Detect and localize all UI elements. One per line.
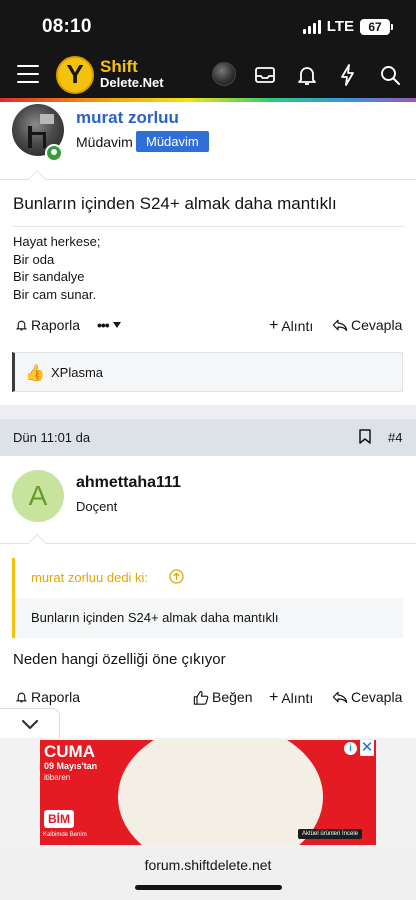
collapse-ad-button[interactable] bbox=[0, 708, 60, 738]
quote-content: Bunların içinden S24+ almak daha mantıkl… bbox=[15, 598, 403, 638]
status-bar: 08:10 LTE 67 bbox=[0, 0, 416, 52]
more-options-button[interactable]: ••• bbox=[97, 317, 122, 333]
bookmark-icon[interactable] bbox=[359, 429, 371, 444]
quote-button[interactable]: + Alıntı bbox=[269, 317, 313, 335]
quote-label: Alıntı bbox=[281, 318, 314, 334]
logo-net-part: .Net bbox=[139, 75, 164, 90]
menu-icon[interactable] bbox=[17, 65, 39, 83]
post-number[interactable]: #4 bbox=[388, 430, 402, 445]
like-label: Beğen bbox=[212, 689, 253, 705]
message-line: Bir cam sunar. bbox=[13, 286, 97, 302]
logo-net-text: Delete.Net bbox=[100, 76, 164, 90]
logo-delete-part: Delete bbox=[100, 75, 140, 90]
logo-shift-text: Shift bbox=[100, 57, 138, 76]
report-label: Raporla bbox=[31, 317, 81, 333]
reply-arrow-icon bbox=[332, 319, 348, 331]
quote-button[interactable]: + Alıntı bbox=[269, 689, 313, 707]
message-line: Hayat herkese; bbox=[13, 234, 101, 249]
search-icon[interactable] bbox=[378, 63, 402, 87]
reply-button[interactable]: Cevapla bbox=[332, 689, 402, 705]
ad-brand-logo: BİM bbox=[44, 810, 74, 828]
reaction-user[interactable]: XPlasma bbox=[51, 365, 103, 380]
arrow-up-circle-icon[interactable] bbox=[169, 569, 184, 584]
user-title: Müdavim bbox=[76, 134, 133, 150]
quote-text: Bunların içinden S24+ almak daha mantıkl… bbox=[31, 610, 279, 625]
bell-icon bbox=[15, 320, 28, 331]
ad-since: itibaren bbox=[44, 773, 71, 782]
online-status-icon bbox=[45, 144, 63, 162]
post-actions: Raporla ••• + Alıntı Cevapla bbox=[0, 317, 416, 339]
status-time: 08:10 bbox=[42, 16, 92, 37]
bell-icon[interactable] bbox=[295, 63, 319, 87]
nav-user-avatar[interactable] bbox=[212, 62, 236, 86]
more-label: ••• bbox=[97, 317, 110, 333]
home-indicator[interactable] bbox=[135, 885, 282, 890]
chevron-down-icon bbox=[112, 322, 121, 328]
post-author-name[interactable]: murat zorluu bbox=[76, 108, 179, 128]
thumbs-up-icon: 👍 bbox=[25, 365, 45, 382]
quote-block: murat zorluu dedi ki: Bunların içinden S… bbox=[12, 558, 403, 638]
inbox-icon[interactable] bbox=[253, 63, 277, 87]
message-line: Bir oda bbox=[13, 251, 55, 267]
plus-icon: + bbox=[269, 689, 279, 706]
bell-icon bbox=[15, 692, 28, 703]
status-indicators: LTE 67 bbox=[302, 18, 393, 35]
signal-icon bbox=[302, 19, 321, 34]
top-nav: Y Shift Delete.Net bbox=[0, 52, 416, 98]
ad-date: 09 Mayıs'tan bbox=[44, 761, 98, 771]
chevron-down-icon bbox=[21, 719, 39, 730]
quote-label: Alıntı bbox=[281, 690, 314, 706]
reply-label: Cevapla bbox=[351, 689, 403, 705]
ad-info-icon[interactable]: i bbox=[344, 742, 357, 755]
post-message-title: Bunların içinden S24+ almak daha mantıkl… bbox=[13, 194, 337, 213]
browser-url-bar[interactable]: forum.shiftdelete.net bbox=[0, 848, 416, 900]
plus-icon: + bbox=[269, 317, 279, 334]
ad-headline: CUMA bbox=[44, 742, 95, 761]
report-button[interactable]: Raporla bbox=[15, 317, 80, 333]
url-text[interactable]: forum.shiftdelete.net bbox=[0, 857, 416, 873]
reply-label: Cevapla bbox=[351, 317, 403, 333]
ad-brand-slogan: Kalbimde Benim bbox=[43, 832, 87, 838]
message-line: Bir sandalye bbox=[13, 269, 85, 284]
user-banner: Müdavim bbox=[136, 131, 209, 152]
ad-banner[interactable]: CUMA 09 Mayıs'tan itibaren BİM Kalbimde … bbox=[40, 740, 376, 845]
report-button[interactable]: Raporla bbox=[15, 689, 80, 705]
quote-author[interactable]: murat zorluu dedi ki: bbox=[31, 570, 148, 585]
like-button[interactable]: Beğen bbox=[193, 689, 252, 705]
lightning-icon[interactable] bbox=[336, 63, 360, 87]
header-pointer bbox=[27, 534, 47, 554]
ad-product-image bbox=[118, 740, 323, 845]
ad-cta-button[interactable]: Aktüel ürünleri İncele bbox=[298, 829, 363, 839]
avatar[interactable]: A bbox=[12, 470, 64, 522]
reactions-bar[interactable]: 👍 XPlasma bbox=[12, 352, 403, 392]
logo-y-mark: Y bbox=[66, 59, 84, 89]
report-label: Raporla bbox=[31, 689, 81, 705]
thumbs-up-icon bbox=[193, 690, 209, 705]
divider bbox=[13, 226, 405, 227]
divider bbox=[0, 543, 416, 544]
post-message-body: Neden hangi özelliği öne çıkıyor bbox=[13, 651, 226, 668]
user-title: Doçent bbox=[76, 499, 118, 514]
site-logo[interactable]: Y Shift Delete.Net bbox=[56, 56, 176, 94]
post-author-name[interactable]: ahmettaha111 bbox=[76, 474, 181, 492]
network-label: LTE bbox=[326, 18, 354, 35]
post-separator bbox=[0, 405, 416, 419]
post-actions: Raporla Beğen + Alıntı Cevapla bbox=[0, 689, 416, 711]
reply-arrow-icon bbox=[332, 691, 348, 703]
divider bbox=[0, 179, 416, 180]
post-message-body: Hayat herkese; Bir oda Bir sandalye Bir … bbox=[13, 233, 100, 303]
post-date[interactable]: Dün 11:01 da bbox=[13, 430, 90, 445]
battery-icon: 67 bbox=[360, 18, 393, 35]
reply-button[interactable]: Cevapla bbox=[332, 317, 402, 333]
quote-header: murat zorluu dedi ki: bbox=[15, 558, 403, 598]
ad-close-icon[interactable]: ✕ bbox=[360, 740, 374, 756]
